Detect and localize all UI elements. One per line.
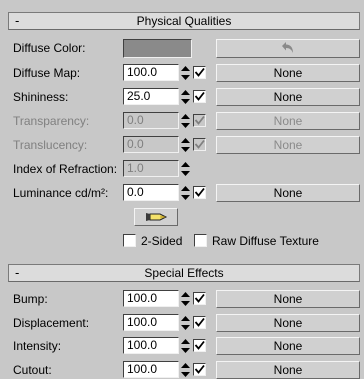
diffuse-map-amount-input[interactable]: 100.0 <box>123 64 179 81</box>
two-sided-checkbox[interactable] <box>123 234 136 247</box>
special-effects-rollout: - Special Effects Bump: 100.0 None Displ… <box>8 264 360 379</box>
translucency-input: 0.0 <box>123 136 179 153</box>
luminance-label: Luminance cd/m²: <box>13 186 109 200</box>
intensity-enable-checkbox[interactable] <box>193 339 206 352</box>
translucency-map-button: None <box>216 136 360 154</box>
special-effects-header[interactable]: - Special Effects <box>8 264 360 282</box>
bump-row: Bump: 100.0 None <box>8 290 360 308</box>
two-sided-label: 2-Sided <box>141 234 183 248</box>
intensity-spinner-arrows[interactable] <box>181 338 190 354</box>
bump-spinner-arrows[interactable] <box>181 291 190 307</box>
undo-arrow-icon <box>282 42 293 53</box>
translucency-row: Translucency: 0.0 None <box>8 136 360 154</box>
ior-row: Index of Refraction: 1.0 <box>8 160 360 178</box>
luminance-input[interactable]: 0.0 <box>123 184 179 201</box>
transparency-map-button: None <box>216 112 360 130</box>
luminance-bulb-row <box>8 208 360 226</box>
cutout-label: Cutout: <box>13 363 52 377</box>
shininess-enable-checkbox[interactable] <box>193 90 206 103</box>
shininess-map-button[interactable]: None <box>216 88 360 106</box>
bump-amount-input[interactable]: 100.0 <box>123 290 179 307</box>
cutout-enable-checkbox[interactable] <box>193 363 206 376</box>
diffuse-color-swatch[interactable] <box>123 39 192 58</box>
displacement-spinner-arrows[interactable] <box>181 315 190 331</box>
bump-enable-checkbox[interactable] <box>193 292 206 305</box>
ior-spinner-arrows <box>181 161 190 177</box>
options-row: 2-Sided Raw Diffuse Texture <box>8 232 360 250</box>
luminance-map-button[interactable]: None <box>216 184 360 202</box>
cutout-row: Cutout: 100.0 None <box>8 361 360 379</box>
bump-map-button[interactable]: None <box>216 290 360 308</box>
shininess-label: Shininess: <box>13 90 69 104</box>
transparency-input: 0.0 <box>123 112 179 129</box>
diffuse-map-enable-checkbox[interactable] <box>193 66 206 79</box>
translucency-label: Translucency: <box>13 138 88 152</box>
displacement-map-button[interactable]: None <box>216 314 360 332</box>
luminance-row: Luminance cd/m²: 0.0 None <box>8 184 360 202</box>
diffuse-color-row: Diffuse Color: <box>8 39 360 58</box>
luminance-enable-checkbox[interactable] <box>193 186 206 199</box>
translucency-enable-checkbox <box>193 138 206 151</box>
cutout-map-button[interactable]: None <box>216 361 360 379</box>
displacement-row: Displacement: 100.0 None <box>8 314 360 332</box>
cutout-spinner-arrows[interactable] <box>181 362 190 378</box>
shininess-input[interactable]: 25.0 <box>123 88 179 105</box>
displacement-amount-input[interactable]: 100.0 <box>123 314 179 331</box>
physical-qualities-header[interactable]: - Physical Qualities <box>8 12 360 30</box>
physical-qualities-rollout: - Physical Qualities Diffuse Color: Diff… <box>8 12 360 254</box>
diffuse-map-row: Diffuse Map: 100.0 None <box>8 64 360 82</box>
intensity-amount-input[interactable]: 100.0 <box>123 337 179 354</box>
ior-input: 1.0 <box>123 160 179 177</box>
cutout-amount-input[interactable]: 100.0 <box>123 361 179 378</box>
translucency-spinner-arrows <box>181 137 190 153</box>
diffuse-map-button[interactable]: None <box>216 64 360 82</box>
raw-diffuse-texture-checkbox[interactable] <box>194 234 207 247</box>
displacement-label: Displacement: <box>13 316 90 330</box>
transparency-label: Transparency: <box>13 114 90 128</box>
displacement-enable-checkbox[interactable] <box>193 316 206 329</box>
luminance-spinner-arrows[interactable] <box>181 185 190 201</box>
shininess-spinner-arrows[interactable] <box>181 89 190 105</box>
lightbulb-icon <box>146 213 168 221</box>
rollout-title: Special Effects <box>144 266 224 280</box>
transparency-row: Transparency: 0.0 None <box>8 112 360 130</box>
rollout-title: Physical Qualities <box>136 14 232 28</box>
transparency-enable-checkbox <box>193 114 206 127</box>
ior-label: Index of Refraction: <box>13 162 118 176</box>
luminance-bulb-button[interactable] <box>134 208 178 226</box>
shininess-row: Shininess: 25.0 None <box>8 88 360 106</box>
transparency-spinner-arrows <box>181 113 190 129</box>
intensity-map-button[interactable]: None <box>216 337 360 355</box>
intensity-label: Intensity: <box>13 339 62 353</box>
diffuse-color-label: Diffuse Color: <box>13 41 86 55</box>
bump-label: Bump: <box>13 292 48 306</box>
diffuse-map-label: Diffuse Map: <box>13 66 81 80</box>
diffuse-map-spinner-arrows[interactable] <box>181 65 190 81</box>
intensity-row: Intensity: 100.0 None <box>8 337 360 355</box>
raw-diffuse-texture-label: Raw Diffuse Texture <box>212 234 319 248</box>
undo-button[interactable] <box>216 39 360 58</box>
